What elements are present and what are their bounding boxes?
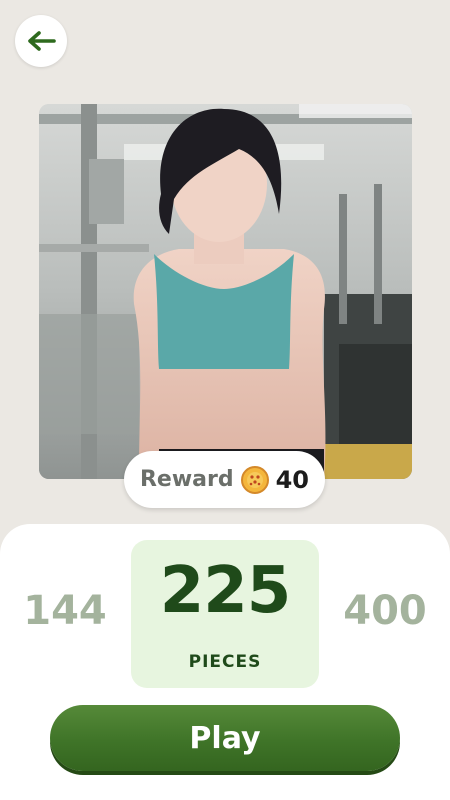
piece-option-144[interactable]: 144 [20,588,110,634]
reward-badge: Reward 40 [124,451,325,508]
coin-icon [240,465,269,494]
reward-label: Reward [139,467,234,492]
play-button[interactable]: Play [50,705,400,771]
reward-value: 40 [275,465,310,494]
piece-option-400[interactable]: 400 [340,588,430,634]
selected-piece-count: 225 [159,554,292,628]
arrow-left-icon [28,31,56,51]
puzzle-photo [39,104,412,479]
piece-option-selected[interactable]: 225 PIECES [131,540,319,688]
puzzle-image [39,104,412,479]
pieces-label: PIECES [188,652,262,672]
play-button-label: Play [189,720,261,756]
back-button[interactable] [15,15,67,67]
